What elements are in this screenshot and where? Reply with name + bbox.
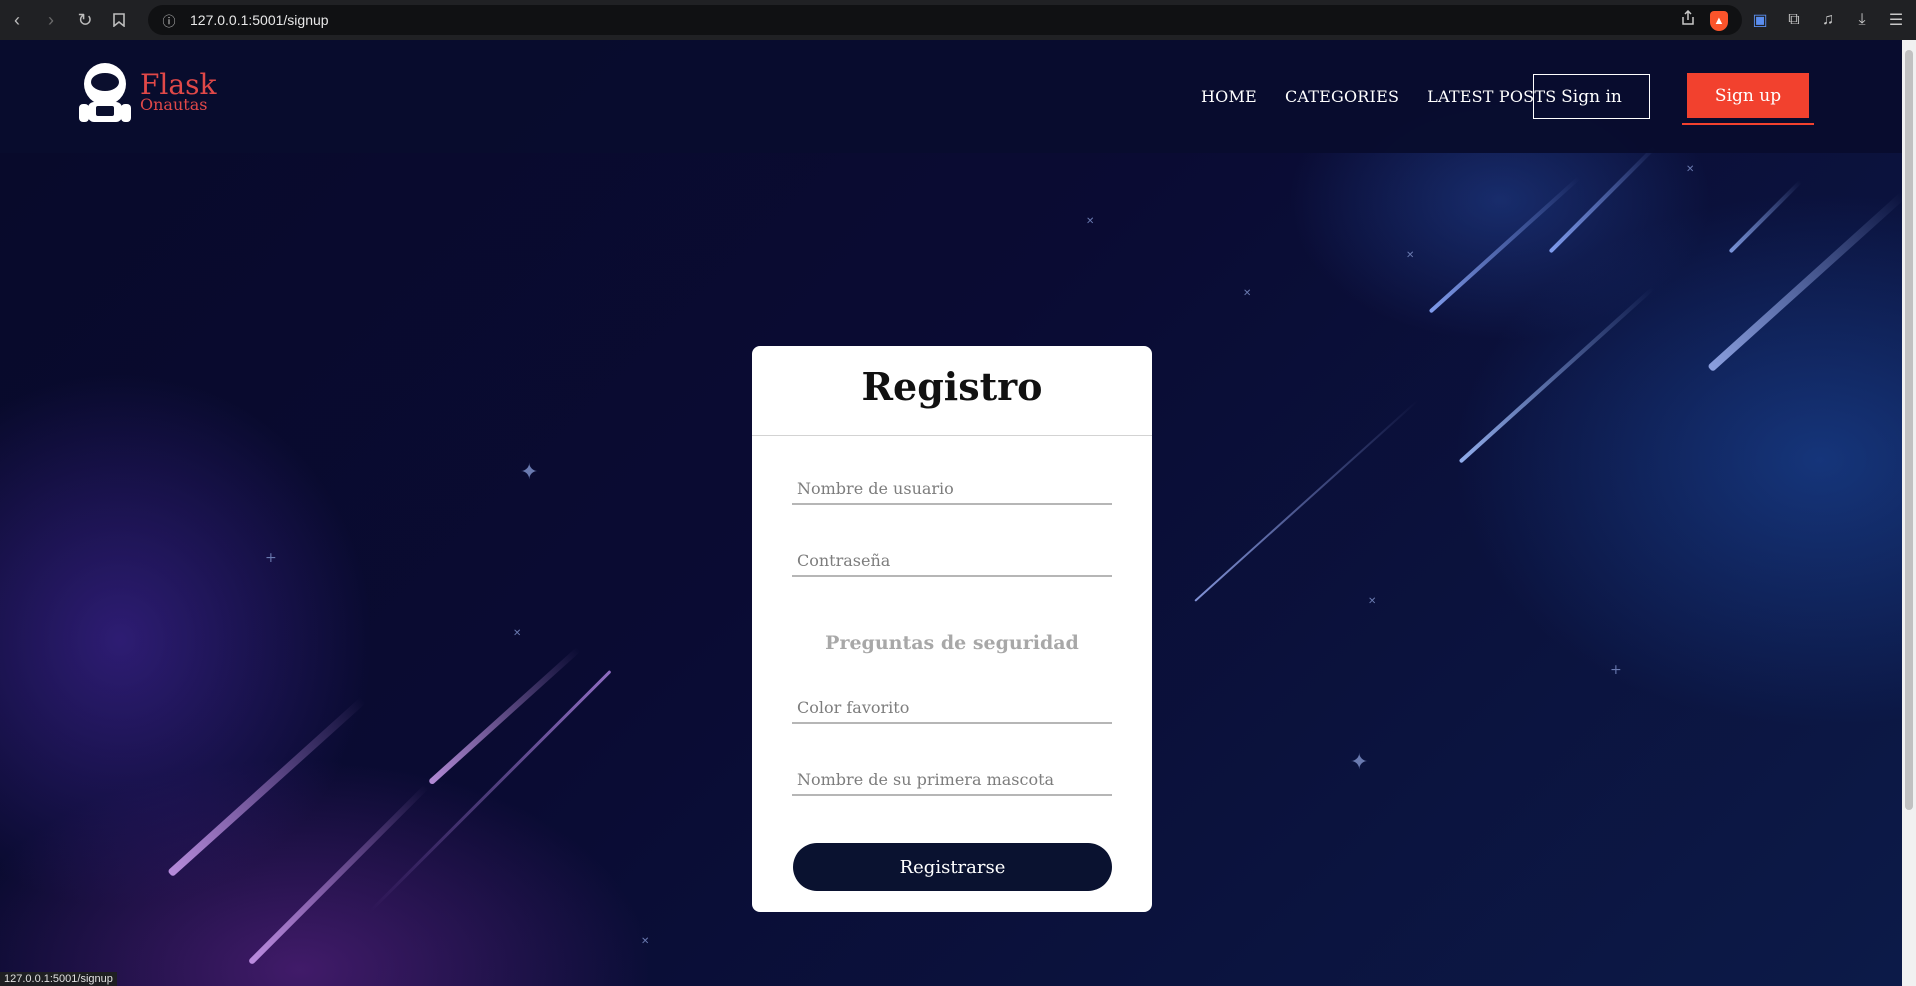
security-questions-heading: Preguntas de seguridad	[825, 632, 1079, 654]
browser-toolbar: ‹ › ↻ ⓘ 127.0.0.1:5001/signup ▲ ▣ ⧉ ♫ ⤓ …	[0, 0, 1916, 40]
favorite-color-input[interactable]	[792, 692, 1112, 724]
decorative-star: ✕	[641, 936, 650, 947]
decorative-star: ✕	[1243, 288, 1252, 299]
download-icon[interactable]: ⤓	[1852, 11, 1872, 29]
title-divider	[752, 435, 1152, 436]
main-nav: HOME CATEGORIES LATEST POSTS	[1201, 87, 1556, 106]
decorative-streak	[1548, 144, 1658, 254]
nav-categories[interactable]: CATEGORIES	[1285, 87, 1399, 106]
decorative-streak	[368, 670, 612, 913]
back-icon[interactable]: ‹	[0, 0, 34, 40]
media-icon[interactable]: ♫	[1818, 11, 1838, 29]
page-scrollbar[interactable]	[1902, 40, 1916, 986]
nav-home[interactable]: HOME	[1201, 87, 1257, 106]
decorative-star: +	[265, 550, 277, 566]
extensions-icon[interactable]: ⧉	[1784, 11, 1804, 29]
password-input[interactable]	[792, 545, 1112, 577]
decorative-star: ✕	[1368, 596, 1377, 607]
site-header: Flask Onautas HOME CATEGORIES LATEST POS…	[0, 40, 1902, 153]
share-icon[interactable]	[1680, 9, 1696, 31]
first-pet-input[interactable]	[792, 764, 1112, 796]
decorative-star: ✕	[1686, 164, 1695, 175]
forward-icon[interactable]: ›	[34, 0, 68, 40]
sign-in-button[interactable]: Sign in	[1533, 74, 1650, 119]
site-logo[interactable]: Flask Onautas	[74, 60, 216, 124]
active-indicator	[1682, 123, 1814, 125]
decorative-star: ✕	[1086, 216, 1095, 227]
decorative-star: +	[1610, 662, 1622, 678]
page-background: ✕ ✕ ✕ ✕ ✕ ✕ ✕ ✦ ✦ + + Flask Onautas HOME…	[0, 40, 1902, 986]
address-bar[interactable]: ⓘ 127.0.0.1:5001/signup ▲	[148, 5, 1742, 35]
url-text: 127.0.0.1:5001/signup	[190, 12, 329, 28]
username-input[interactable]	[792, 473, 1112, 505]
decorative-streak	[1728, 179, 1803, 254]
translate-icon[interactable]: ▣	[1750, 10, 1770, 30]
form-title: Registro	[861, 364, 1043, 409]
bookmark-icon[interactable]	[102, 0, 136, 40]
decorative-streak	[1458, 286, 1655, 464]
info-icon[interactable]: ⓘ	[154, 11, 184, 30]
brave-shield-icon[interactable]: ▲	[1710, 10, 1728, 31]
decorative-star: ✦	[520, 460, 539, 485]
sign-up-button[interactable]: Sign up	[1687, 73, 1809, 118]
decorative-star: ✕	[1406, 250, 1415, 261]
astronaut-logo-icon	[74, 60, 136, 124]
decorative-streak	[427, 646, 581, 786]
logo-text-line2: Onautas	[140, 95, 208, 114]
decorative-star: ✦	[1350, 750, 1369, 775]
decorative-streak	[1194, 399, 1419, 602]
scrollbar-thumb[interactable]	[1905, 50, 1913, 810]
decorative-streak	[1707, 192, 1902, 372]
decorative-streak	[247, 784, 429, 966]
register-button[interactable]: Registrarse	[793, 843, 1112, 891]
reload-icon[interactable]: ↻	[68, 0, 102, 40]
menu-icon[interactable]: ☰	[1886, 10, 1906, 30]
decorative-star: ✕	[513, 628, 522, 639]
decorative-streak	[167, 697, 366, 877]
status-bar-url: 127.0.0.1:5001/signup	[0, 972, 117, 986]
signup-card: Registro Preguntas de seguridad Registra…	[752, 346, 1152, 912]
